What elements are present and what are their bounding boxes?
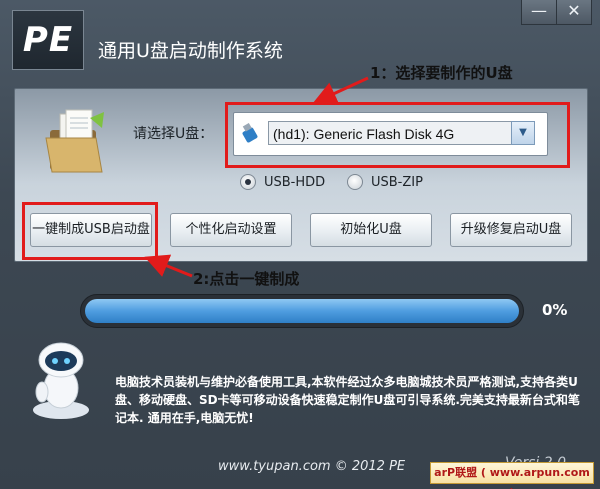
watermark-badge: arP联盟 ( www.arpun.com ) bbox=[430, 462, 594, 489]
arrow-step2 bbox=[144, 254, 193, 278]
footer-website: www.tyupan.com © 2012 PE bbox=[218, 459, 406, 474]
progress-percent: 0% bbox=[542, 301, 568, 319]
description-text: 电脑技术员装机与维护必备使用工具,本软件经过众多电脑城技术员严格测试,支持各类U… bbox=[115, 375, 580, 425]
progress-bar bbox=[80, 294, 524, 328]
arrow-step1 bbox=[312, 76, 369, 105]
robot-mascot-icon bbox=[33, 342, 89, 419]
main-window: — ✕ PE 通用U盘启动制作系统 请选择U盘： (hd1): Generic … bbox=[0, 0, 600, 489]
progress-bar-fill bbox=[85, 299, 519, 323]
